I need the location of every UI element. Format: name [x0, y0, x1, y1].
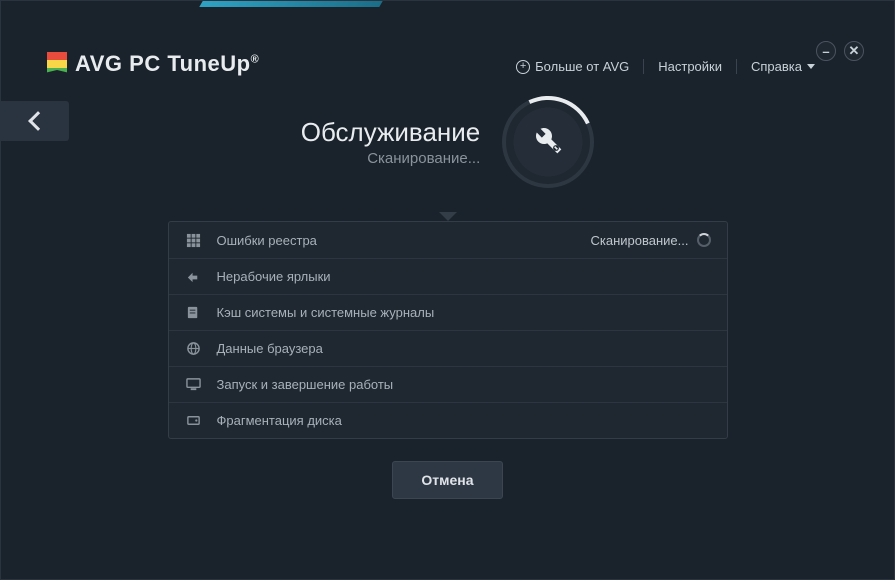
scan-row-defrag: Фрагментация диска: [169, 402, 727, 438]
app-header: AVG PC TuneUp®: [47, 51, 259, 77]
page-title: Обслуживание: [301, 117, 481, 148]
grid-icon: [185, 231, 203, 249]
wrench-icon: [532, 124, 564, 161]
scan-row-label: Ошибки реестра: [217, 233, 591, 248]
scan-row-label: Фрагментация диска: [217, 413, 711, 428]
main-content: Обслуживание Сканирование... Ошибки реес…: [1, 96, 894, 499]
avg-logo-icon: [47, 52, 67, 76]
scan-row-shortcuts: Нерабочие ярлыки: [169, 258, 727, 294]
plus-icon: +: [516, 60, 530, 74]
globe-icon: [185, 340, 203, 358]
scan-row-browser: Данные браузера: [169, 330, 727, 366]
nav-help[interactable]: Справка: [736, 59, 829, 74]
log-icon: [185, 304, 203, 322]
monitor-icon: [185, 376, 203, 394]
progress-spinner: [502, 96, 594, 188]
app-title: AVG PC TuneUp®: [75, 51, 259, 77]
scan-row-registry: Ошибки реестра Сканирование...: [169, 222, 727, 258]
scan-row-startup: Запуск и завершение работы: [169, 366, 727, 402]
window-controls: – ✕: [816, 41, 864, 61]
scan-row-label: Данные браузера: [217, 341, 711, 356]
chevron-down-icon: [807, 64, 815, 69]
scan-row-label: Запуск и завершение работы: [217, 377, 711, 392]
spinner-icon: [697, 233, 711, 247]
page-subtitle: Сканирование...: [301, 150, 481, 167]
window-accent-bar: [199, 1, 382, 7]
close-button[interactable]: ✕: [844, 41, 864, 61]
shortcut-icon: [185, 268, 203, 286]
disk-icon: [185, 412, 203, 430]
minimize-button[interactable]: –: [816, 41, 836, 61]
scan-row-label: Нерабочие ярлыки: [217, 269, 711, 284]
scan-row-cache: Кэш системы и системные журналы: [169, 294, 727, 330]
nav-more-from-avg[interactable]: + Больше от AVG: [502, 59, 643, 74]
nav-settings[interactable]: Настройки: [643, 59, 736, 74]
top-nav: + Больше от AVG Настройки Справка: [502, 59, 829, 74]
scan-panel: Ошибки реестра Сканирование... Нерабочие…: [168, 221, 728, 439]
scan-row-status: Сканирование...: [591, 233, 711, 248]
scan-row-label: Кэш системы и системные журналы: [217, 305, 711, 320]
cancel-button[interactable]: Отмена: [392, 461, 502, 499]
title-row: Обслуживание Сканирование...: [301, 96, 595, 188]
panel-notch: [439, 212, 457, 221]
